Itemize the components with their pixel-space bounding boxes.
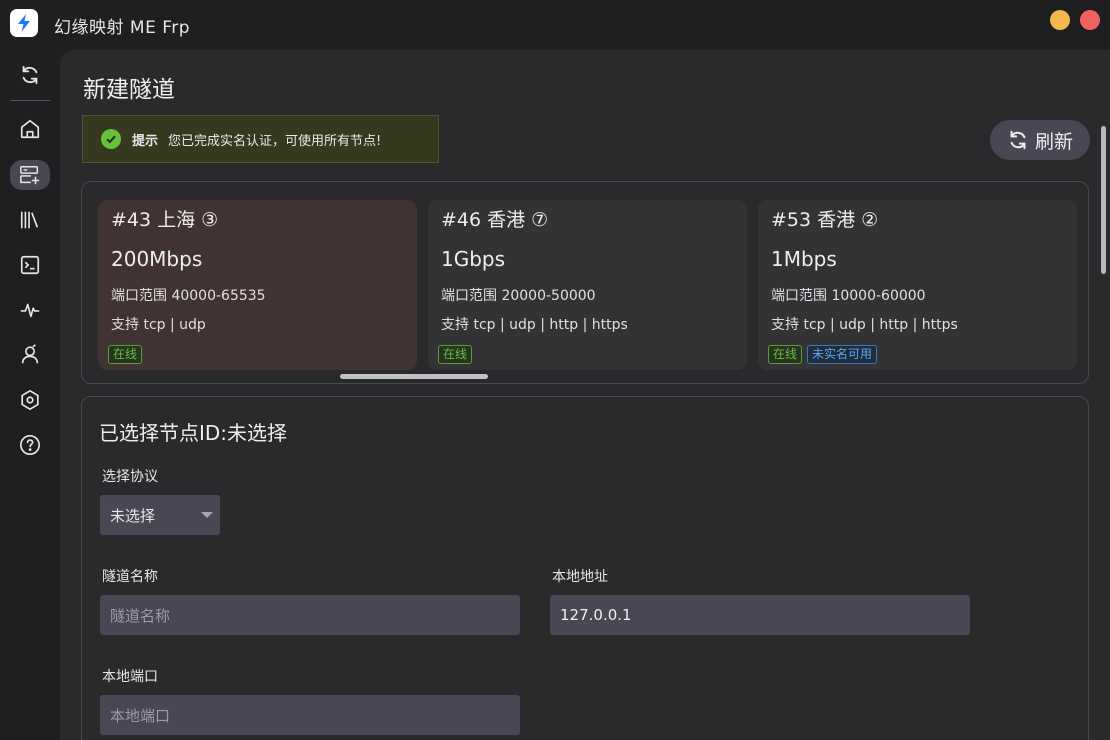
sync-icon [1010, 130, 1026, 150]
realname-badge: 未实名可用 [807, 345, 878, 364]
tunnel-name-label: 隧道名称 [102, 569, 158, 585]
refresh-label: 刷新 [1034, 130, 1073, 153]
app-logo-icon [10, 9, 38, 37]
sidebar-item-settings[interactable] [10, 385, 50, 415]
minimize-button[interactable] [1050, 10, 1070, 30]
home-icon [20, 119, 40, 139]
sidebar-item-new-tunnel[interactable] [10, 160, 50, 190]
server-add-icon [20, 166, 40, 185]
sync-icon [22, 65, 38, 85]
app-title: 幻缘映射 ME Frp [54, 18, 191, 38]
protocol-value: 未选择 [110, 506, 156, 525]
sidebar-item-user[interactable] [10, 340, 50, 370]
node-port-range: 端口范围 40000-65535 [111, 288, 266, 304]
selected-node-id: 已选择节点ID:未选择 [99, 421, 288, 445]
node-speed: 200Mbps [111, 247, 203, 271]
check-circle-icon [101, 129, 121, 149]
node-card[interactable]: #53 香港 ② 1Mbps 端口范围 10000-60000 支持 tcp |… [758, 200, 1077, 370]
hexagon-settings-icon [21, 390, 39, 410]
sidebar-item-library[interactable] [10, 205, 50, 235]
sidebar-item-help[interactable] [10, 430, 50, 460]
close-button[interactable] [1080, 10, 1100, 30]
node-protocols: 支持 tcp | udp [111, 317, 206, 333]
node-title: #46 香港 ⑦ [441, 209, 549, 231]
node-list: #43 上海 ③ 200Mbps 端口范围 40000-65535 支持 tcp… [81, 181, 1089, 384]
user-icon [21, 344, 39, 364]
node-port-range: 端口范围 10000-60000 [771, 288, 926, 304]
help-icon [20, 435, 40, 455]
vertical-scrollbar[interactable] [1101, 126, 1106, 274]
main-panel: 新建隧道 提示 您已完成实名认证，可使用所有节点! 刷新 #43 上海 ③ 20… [60, 50, 1110, 740]
page-title: 新建隧道 [83, 77, 175, 103]
node-card[interactable]: #46 香港 ⑦ 1Gbps 端口范围 20000-50000 支持 tcp |… [428, 200, 747, 370]
node-protocols: 支持 tcp | udp | http | https [771, 317, 958, 333]
local-address-input[interactable]: 127.0.0.1 [550, 595, 970, 635]
pulse-icon [20, 303, 40, 318]
terminal-icon [20, 255, 40, 275]
caret-down-icon [201, 512, 213, 518]
title-bar: 幻缘映射 ME Frp [0, 0, 1110, 48]
sidebar-item-home[interactable] [10, 114, 50, 144]
node-port-range: 端口范围 20000-50000 [441, 288, 596, 304]
app-window: 幻缘映射 ME Frp 新建隧道 提示 您已完成实名认证，可使用所有节点! 刷新… [0, 0, 1110, 740]
protocol-label: 选择协议 [102, 469, 158, 485]
node-speed: 1Gbps [441, 247, 506, 271]
sidebar [0, 48, 60, 740]
horizontal-scrollbar[interactable] [340, 374, 488, 379]
node-speed: 1Mbps [771, 247, 837, 271]
tunnel-name-input[interactable]: 隧道名称 [100, 595, 520, 635]
protocol-select[interactable]: 未选择 [100, 495, 220, 535]
node-title: #43 上海 ③ [111, 209, 219, 231]
tunnel-form: 已选择节点ID:未选择 选择协议 未选择 隧道名称 隧道名称 本地地址 127.… [81, 396, 1089, 740]
local-port-label: 本地端口 [102, 669, 158, 685]
status-badge: 在线 [108, 345, 143, 364]
tip-text: 您已完成实名认证，可使用所有节点! [168, 133, 382, 149]
sidebar-item-status[interactable] [10, 295, 50, 325]
tip-title: 提示 [132, 133, 159, 149]
status-badge: 在线 [438, 345, 473, 364]
sidebar-item-terminal[interactable] [10, 250, 50, 280]
tip-alert: 提示 您已完成实名认证，可使用所有节点! [82, 115, 439, 163]
refresh-button[interactable]: 刷新 [990, 120, 1090, 160]
sidebar-divider [10, 100, 50, 101]
status-badge: 在线 [768, 345, 803, 364]
node-card[interactable]: #43 上海 ③ 200Mbps 端口范围 40000-65535 支持 tcp… [98, 200, 417, 370]
node-title: #53 香港 ② [771, 209, 879, 231]
local-address-label: 本地地址 [552, 569, 608, 585]
node-protocols: 支持 tcp | udp | http | https [441, 317, 628, 333]
sidebar-item-refresh[interactable] [10, 60, 50, 90]
local-port-input[interactable]: 本地端口 [100, 695, 520, 735]
library-icon [20, 211, 39, 229]
